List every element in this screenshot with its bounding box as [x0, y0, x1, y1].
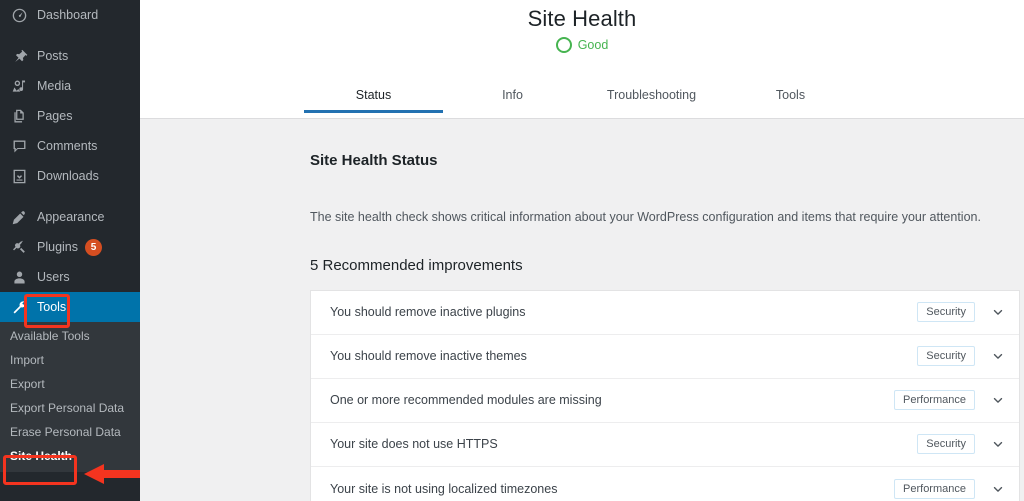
submenu-item-export-personal-data[interactable]: Export Personal Data — [0, 396, 140, 420]
chevron-down-icon[interactable] — [989, 480, 1007, 498]
sidebar-item-downloads[interactable]: Downloads — [0, 161, 140, 191]
issue-category-badge: Security — [917, 302, 975, 322]
submenu-item-site-health[interactable]: Site Health — [0, 444, 140, 468]
sidebar-item-label: Comments — [37, 139, 98, 153]
health-status-indicator: Good — [140, 37, 1024, 53]
chevron-down-icon[interactable] — [989, 303, 1007, 321]
status-content: Site Health Status The site health check… — [140, 119, 1024, 501]
submenu-item-label: Available Tools — [10, 329, 90, 343]
users-icon — [10, 268, 28, 286]
issue-title: You should remove inactive themes — [330, 349, 527, 363]
submenu-item-label: Export Personal Data — [10, 401, 125, 415]
pin-icon — [10, 47, 28, 65]
submenu-item-label: Import — [10, 353, 45, 367]
issue-row[interactable]: You should remove inactive plugins Securi… — [311, 291, 1019, 335]
site-health-header: Site Health Good Status Info Troubleshooti… — [140, 0, 1024, 119]
sidebar-item-posts[interactable]: Posts — [0, 41, 140, 71]
issue-row[interactable]: One or more recommended modules are miss… — [311, 379, 1019, 423]
status-ring-icon — [555, 37, 572, 53]
submenu-item-label: Export — [10, 377, 45, 391]
sidebar-item-label: Dashboard — [37, 8, 99, 22]
issue-category-badge: Security — [917, 434, 975, 454]
sidebar-item-label: Users — [37, 270, 70, 284]
sidebar-item-tools[interactable]: Tools — [0, 292, 140, 322]
issue-category-badge: Security — [917, 346, 975, 366]
tab-status[interactable]: Status — [304, 88, 443, 113]
tools-icon — [10, 298, 28, 316]
tab-info[interactable]: Info — [443, 88, 582, 114]
tools-submenu: Available Tools Import Export Export Person… — [0, 322, 140, 472]
issue-title: Your site is not using localized timezon… — [330, 481, 558, 496]
comments-icon — [10, 137, 28, 155]
plugins-update-badge: 5 — [85, 238, 102, 256]
media-icon — [10, 77, 28, 95]
sidebar-item-label: Media — [37, 79, 72, 93]
downloads-icon — [10, 167, 28, 185]
tab-tools[interactable]: Tools — [721, 88, 860, 114]
sidebar-item-plugins[interactable]: Plugins 5 — [0, 232, 140, 262]
issue-row[interactable]: Your site is not using localized timezon… — [311, 467, 1019, 501]
submenu-item-export[interactable]: Export — [0, 372, 140, 396]
dashboard-icon — [10, 6, 28, 24]
issue-list: You should remove inactive plugins Securi… — [310, 289, 1020, 501]
chevron-down-icon[interactable] — [989, 391, 1007, 409]
wordpress-admin-screen: Dashboard Posts Media Pages Comments Download… — [0, 0, 1024, 501]
admin-menu: Dashboard Posts Media Pages Comments Download… — [0, 0, 140, 322]
sidebar-item-pages[interactable]: Pages — [0, 101, 140, 131]
sidebar-item-users[interactable]: Users — [0, 262, 140, 292]
improvements-heading: 5 Recommended improvements — [310, 256, 523, 274]
submenu-item-erase-personal-data[interactable]: Erase Personal Data — [0, 420, 140, 444]
issue-category-badge: Performance — [894, 478, 975, 499]
admin-sidebar: Dashboard Posts Media Pages Comments Download… — [0, 0, 140, 501]
pages-icon — [10, 107, 28, 125]
page-title: Site Health — [527, 6, 637, 31]
submenu-item-import[interactable]: Import — [0, 348, 140, 372]
issue-row[interactable]: You should remove inactive themes Securit… — [311, 335, 1019, 379]
issue-category-badge: Performance — [894, 390, 975, 410]
health-tabs: Status Info Troubleshooting Tools — [140, 67, 1024, 113]
main-content: Site Health Good Status Info Troubleshooti… — [140, 0, 1024, 501]
issue-title: One or more recommended modules are miss… — [330, 393, 602, 407]
issue-row[interactable]: Your site does not use HTTPS Security — [311, 423, 1019, 467]
menu-separator — [0, 191, 140, 202]
sidebar-item-media[interactable]: Media — [0, 71, 140, 101]
sidebar-item-label: Pages — [37, 109, 73, 123]
sidebar-item-comments[interactable]: Comments — [0, 131, 140, 161]
sidebar-item-label: Plugins — [37, 240, 78, 254]
submenu-item-label: Site Health — [10, 449, 73, 463]
section-title: Site Health Status — [310, 152, 438, 169]
chevron-down-icon[interactable] — [989, 347, 1007, 365]
sidebar-item-label: Appearance — [37, 210, 105, 224]
status-label: Good — [577, 38, 609, 52]
section-description: The site health check shows critical inf… — [310, 210, 981, 224]
appearance-icon — [10, 208, 28, 226]
sidebar-item-label: Downloads — [37, 169, 99, 183]
submenu-item-label: Erase Personal Data — [10, 425, 121, 439]
issue-title: You should remove inactive plugins — [330, 305, 526, 319]
plugins-icon — [10, 238, 28, 256]
menu-separator — [0, 30, 140, 41]
sidebar-item-appearance[interactable]: Appearance — [0, 202, 140, 232]
submenu-item-available-tools[interactable]: Available Tools — [0, 324, 140, 348]
issue-title: Your site does not use HTTPS — [330, 437, 498, 451]
chevron-down-icon[interactable] — [989, 435, 1007, 453]
sidebar-item-label: Posts — [37, 49, 69, 63]
sidebar-item-dashboard[interactable]: Dashboard — [0, 0, 140, 30]
tab-troubleshooting[interactable]: Troubleshooting — [582, 88, 721, 114]
sidebar-item-label: Tools — [37, 300, 67, 314]
